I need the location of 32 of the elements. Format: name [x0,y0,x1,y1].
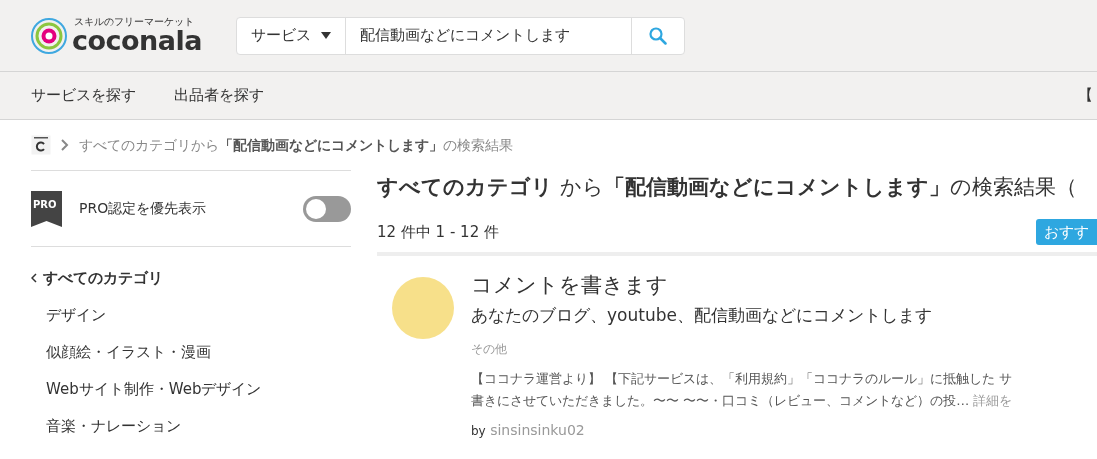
service-category: その他 [471,341,508,358]
breadcrumb-text: すべてのカテゴリから「配信動画などにコメントします」の検索結果 [79,135,513,155]
logo-text: coconala [72,27,203,54]
nav-notice[interactable]: 【 [1078,84,1093,107]
pro-badge-icon [31,190,62,227]
category-link[interactable]: Webサイト制作・Webデザイン [31,377,351,401]
chevron-icon [61,139,69,151]
service-description: 【ココナラ運営より】 【下記サービスは、「利用規約」「ココナラのルール」に抵触した サ [471,370,1013,388]
logo-tagline: スキルのフリーマーケット [73,17,195,27]
search-icon [649,26,667,45]
category-heading[interactable]: すべてのカテゴリ [43,266,163,290]
pro-toggle-switch[interactable] [303,195,351,222]
results-heading: すべてのカテゴリ から「配信動画などにコメントします」の検索結果（ [377,174,1078,201]
nav-link[interactable]: サービスを探す [31,84,136,107]
nav-link[interactable]: 出品者を探す [174,84,264,107]
seller-avatar [391,276,455,340]
service-title[interactable]: コメントを書きます [471,270,1013,300]
back-chevron-icon[interactable] [31,273,37,283]
search-field[interactable]: 配信動画などにコメントします [346,17,631,54]
by-label: by [471,424,486,438]
result-count: 12 件中 1 - 12 件 [377,221,499,243]
service-description: 書きにさせていただきました。〜〜 〜〜・口コミ（レビュー、コメントなど）の投… [471,392,970,410]
category-link[interactable]: 音楽・ナレーション [31,414,351,438]
caret-icon [321,32,331,39]
pro-badge-text: PRO [33,198,57,212]
service-subtitle: あなたのブログ、youtube、配信動画などにコメントします [471,304,933,327]
category-link[interactable]: 似顔絵・イラスト・漫画 [31,340,351,364]
logo-icon [30,16,68,55]
search-bar[interactable]: サービス 配信動画などにコメントします [236,16,685,55]
pro-toggle-label: PRO認定を優先表示 [79,199,207,218]
category-link[interactable]: デザイン [31,303,351,327]
category-dropdown[interactable]: サービス [237,17,346,54]
